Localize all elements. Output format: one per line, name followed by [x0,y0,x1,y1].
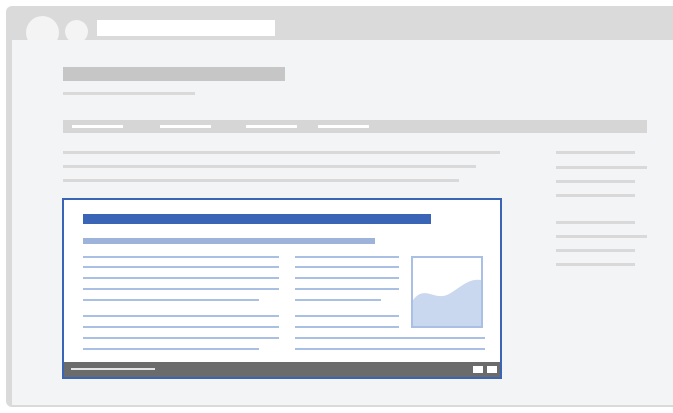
browser-titlebar [6,6,673,49]
embed-text-line [83,256,279,258]
nav-link[interactable] [246,125,297,128]
viewer-progress-line [71,368,155,370]
embed-text-line [295,288,399,290]
nav-bar [63,120,647,133]
nav-link[interactable] [318,125,369,128]
sidebar-line [556,194,635,197]
sidebar-line [556,180,635,183]
body-text-line [63,151,500,154]
embed-text-line [83,288,279,290]
sidebar-line [556,235,647,238]
nav-link[interactable] [72,125,123,128]
sidebar-line [556,249,635,252]
sidebar-line [556,263,635,266]
embed-text-line [295,326,399,328]
wave-image-icon [411,256,483,328]
embed-text-line [295,277,399,279]
browser-window [6,6,673,407]
embed-text-line [83,266,279,268]
embed-text-line [295,348,485,350]
address-bar[interactable] [97,20,275,36]
sidebar-line [556,151,635,154]
expand-icon[interactable] [487,366,497,373]
embed-text-line [295,337,485,339]
fullscreen-icon[interactable] [473,366,483,373]
page-title [63,67,285,81]
embed-text-line [83,277,279,279]
page-subtitle [63,92,195,95]
embed-text-line [83,348,259,350]
body-text-line [63,179,459,182]
body-text-line [63,165,476,168]
embed-text-line [295,266,399,268]
embed-title-bar [83,214,431,224]
embed-text-line [83,315,279,317]
sidebar-line [556,221,635,224]
page-viewport [12,40,673,405]
embed-text-line [83,299,259,301]
embed-text-line [295,315,399,317]
embed-subtitle-bar [83,238,375,244]
embed-text-line [83,326,279,328]
embed-text-line [295,256,399,258]
viewer-footer-bar [64,362,500,377]
embed-text-line [295,299,381,301]
embed-text-line [83,337,279,339]
sidebar-line [556,166,647,169]
embedded-document-viewer[interactable] [62,198,502,379]
wave-image-graphic [413,279,481,326]
nav-link[interactable] [160,125,211,128]
address-bar-text [97,20,98,21]
